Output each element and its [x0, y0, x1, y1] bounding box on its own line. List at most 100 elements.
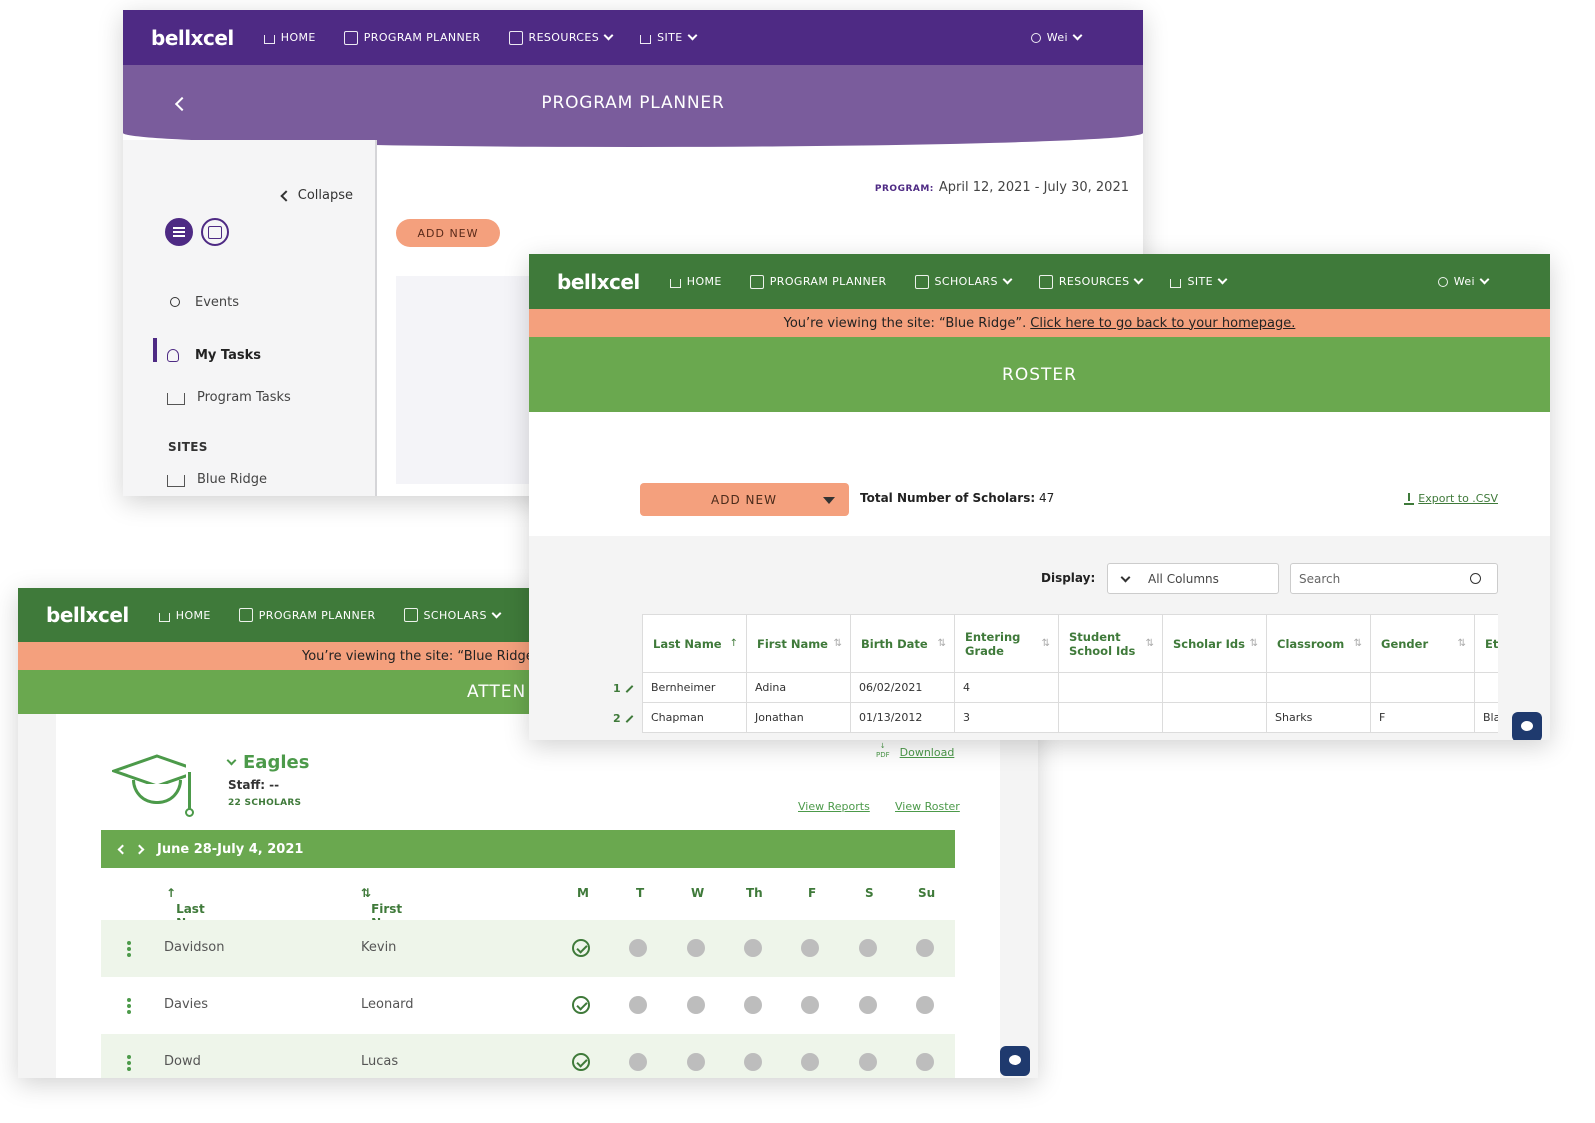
chat-icon[interactable] — [1512, 712, 1542, 740]
nav-site[interactable]: SITE — [1170, 274, 1228, 288]
add-new-button[interactable]: ADD NEW — [396, 219, 500, 247]
column-header[interactable]: First Name ⇅ — [746, 614, 851, 673]
column-header[interactable]: Gender ⇅ — [1370, 614, 1475, 673]
column-header[interactable]: Et — [1474, 614, 1498, 673]
edit-icon[interactable] — [625, 715, 634, 723]
table-cell: Chapman — [642, 702, 747, 733]
nav-home[interactable]: HOME — [263, 31, 316, 44]
table-row[interactable]: Bernheimer Adina 06/02/2021 4 — [642, 672, 1498, 703]
homepage-link[interactable]: Click here to go back to your homepage. — [1030, 316, 1295, 331]
staff-label: Staff: -- — [228, 778, 280, 792]
nav-resources[interactable]: RESOURCES — [508, 30, 614, 45]
sort-icon[interactable]: ⇅ — [1458, 637, 1466, 651]
search-input[interactable]: Search — [1290, 563, 1498, 594]
download-icon — [1404, 492, 1415, 505]
top-nav: bellxcel HOME PROGRAM PLANNER RESOURCES … — [123, 10, 1143, 65]
search-icon — [1470, 573, 1481, 584]
sort-icon[interactable]: ⇅ — [1354, 637, 1362, 651]
sort-icon[interactable]: ⇅ — [938, 637, 946, 651]
nav-home[interactable]: HOME — [669, 275, 722, 288]
sidebar-item-blue-ridge[interactable]: Blue Ridge — [167, 471, 267, 487]
nav-home[interactable]: HOME — [158, 609, 211, 622]
attendance-toggle[interactable] — [859, 996, 877, 1014]
calendar-view-button[interactable] — [201, 218, 229, 246]
display-label: Display: — [1041, 571, 1096, 585]
table-row[interactable]: ChapmanJonathan01/13/20123 SharksFBla — [642, 702, 1498, 733]
more-options-icon[interactable] — [127, 998, 131, 1014]
user-menu[interactable]: Wei — [1437, 274, 1490, 288]
sidebar-item-events[interactable]: Events — [167, 294, 239, 310]
logo[interactable]: bellxcel — [557, 270, 640, 294]
attendance-toggle[interactable] — [744, 939, 762, 957]
sort-icon[interactable]: ⇅ — [1250, 637, 1258, 651]
nav-resources[interactable]: RESOURCES — [1038, 274, 1144, 289]
sidebar-item-program-tasks[interactable]: Program Tasks — [167, 389, 291, 405]
nav-program-planner[interactable]: PROGRAM PLANNER — [749, 274, 887, 289]
attendance-toggle[interactable] — [916, 996, 934, 1014]
attendance-toggle[interactable] — [687, 1053, 705, 1071]
attendance-toggle[interactable] — [687, 996, 705, 1014]
sort-icon[interactable]: ⇅ — [834, 637, 842, 651]
display-columns-select[interactable]: All Columns — [1107, 563, 1279, 594]
list-view-button[interactable] — [165, 218, 193, 246]
nav-scholars[interactable]: SCHOLARS — [914, 274, 1013, 289]
download-pdf-button[interactable]: ↓ PDF Download — [876, 742, 954, 760]
nav-program-planner[interactable]: PROGRAM PLANNER — [238, 608, 376, 622]
view-roster-link[interactable]: View Roster — [895, 800, 960, 813]
prev-week-icon[interactable] — [117, 844, 128, 854]
attendance-row: Dowd Lucas — [101, 1034, 955, 1078]
attendance-toggle[interactable] — [801, 939, 819, 957]
sidebar-item-my-tasks[interactable]: My Tasks — [167, 348, 261, 363]
column-header[interactable]: Student School Ids ⇅ — [1058, 614, 1163, 673]
attendance-toggle[interactable] — [629, 996, 647, 1014]
attendance-toggle[interactable] — [859, 1053, 877, 1071]
present-check-icon[interactable] — [572, 1053, 590, 1071]
more-options-icon[interactable] — [127, 1055, 131, 1071]
attendance-toggle[interactable] — [744, 996, 762, 1014]
attendance-toggle[interactable] — [916, 1053, 934, 1071]
row-number[interactable]: 1 — [613, 682, 634, 695]
export-csv-link[interactable]: Export to .CSV — [1404, 492, 1498, 505]
sort-icon[interactable]: ⇅ — [1042, 637, 1050, 651]
attendance-toggle[interactable] — [859, 939, 877, 957]
nav-scholars[interactable]: SCHOLARS — [403, 608, 502, 622]
attendance-toggle[interactable] — [801, 996, 819, 1014]
resources-icon — [508, 30, 523, 45]
more-options-icon[interactable] — [127, 941, 131, 957]
column-header[interactable]: Classroom ⇅ — [1266, 614, 1371, 673]
group-selector[interactable]: Eagles — [226, 752, 309, 773]
edit-icon[interactable] — [625, 685, 634, 693]
attendance-toggle[interactable] — [629, 939, 647, 957]
column-header[interactable]: Entering Grade ⇅ — [954, 614, 1059, 673]
column-header[interactable]: Last Name ↑ — [642, 614, 747, 673]
column-header[interactable]: Scholar Ids ⇅ — [1162, 614, 1267, 673]
logo[interactable]: bellxcel — [151, 26, 234, 50]
present-check-icon[interactable] — [572, 939, 590, 957]
row-number[interactable]: 2 — [613, 712, 634, 725]
roster-table: Last Name ↑ First Name ⇅ Birth Date ⇅ Entering… — [642, 614, 1498, 740]
pdf-download-icon: ↓ PDF — [876, 742, 890, 759]
attendance-toggle[interactable] — [916, 939, 934, 957]
nav-site[interactable]: SITE — [640, 30, 698, 44]
sort-icon[interactable]: ⇅ — [1146, 637, 1154, 651]
sort-last-name[interactable]: ↑ Last Name — [166, 886, 215, 930]
add-new-dropdown-button[interactable]: ADD NEW — [640, 483, 849, 516]
attendance-toggle[interactable] — [801, 1053, 819, 1071]
sort-first-name[interactable]: ⇅ First Name — [361, 886, 410, 930]
attendance-toggle[interactable] — [629, 1053, 647, 1071]
week-navigator: June 28-July 4, 2021 — [101, 830, 955, 868]
view-reports-link[interactable]: View Reports — [798, 800, 870, 813]
next-week-icon[interactable] — [134, 844, 145, 854]
chat-icon[interactable] — [1000, 1046, 1030, 1076]
present-check-icon[interactable] — [572, 996, 590, 1014]
day-header: W — [691, 886, 705, 900]
logo[interactable]: bellxcel — [46, 603, 129, 627]
attendance-toggle[interactable] — [744, 1053, 762, 1071]
user-menu[interactable]: Wei — [1030, 30, 1083, 44]
attendance-toggle[interactable] — [687, 939, 705, 957]
collapse-button[interactable]: Collapse — [280, 188, 353, 203]
calendar-icon — [343, 30, 358, 45]
column-header[interactable]: Birth Date ⇅ — [850, 614, 955, 673]
nav-program-planner[interactable]: PROGRAM PLANNER — [343, 30, 481, 45]
sort-icon[interactable]: ↑ — [730, 637, 738, 651]
